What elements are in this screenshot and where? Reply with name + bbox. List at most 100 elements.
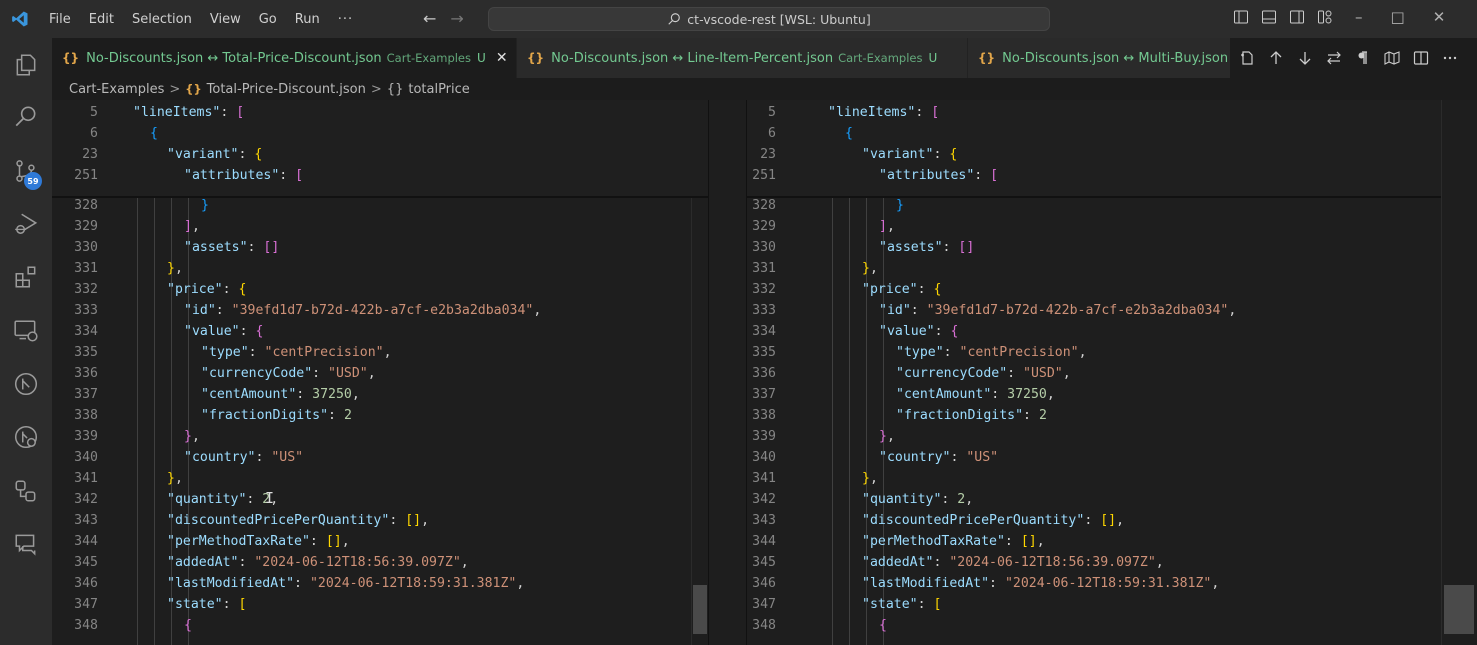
minimize-button[interactable]: – xyxy=(1355,8,1363,26)
menu-run[interactable]: Run xyxy=(286,12,329,27)
left-scrollbar-thumb[interactable] xyxy=(693,585,707,635)
code-line[interactable]: 333 "id": "39efd1d7-b72d-422b-a7cf-e2b3a2… xyxy=(52,300,708,321)
diff-editor-modified[interactable]: 328} 329], 330 "assets": [] 331}, 332 "price":… xyxy=(747,100,1441,645)
code-line[interactable]: 339}, xyxy=(52,426,708,447)
code-line[interactable]: 6{ xyxy=(747,123,1441,144)
code-line[interactable]: 334 "value": { xyxy=(52,321,708,342)
menu-edit[interactable]: Edit xyxy=(80,12,123,27)
previous-change-icon[interactable] xyxy=(1267,49,1285,67)
run-debug-icon[interactable] xyxy=(0,199,52,249)
chat-icon[interactable] xyxy=(0,519,52,569)
menu-file[interactable]: File xyxy=(40,12,80,27)
extensions-icon[interactable] xyxy=(0,252,52,302)
sticky-scroll-header[interactable]: 5 "lineItems": [6{23 "variant": {251 "attri… xyxy=(747,100,1441,198)
sticky-scroll-header[interactable]: 5 "lineItems": [6{23 "variant": {251 "attri… xyxy=(52,100,708,198)
code-line[interactable]: 336 "currencyCode": "USD", xyxy=(747,363,1441,384)
customize-layout-icon[interactable] xyxy=(1316,8,1334,26)
code-line[interactable]: 346 "lastModifiedAt": "2024-06-12T18:59:3… xyxy=(747,573,1441,594)
code-line[interactable]: 23 "variant": { xyxy=(52,144,708,165)
menu-view[interactable]: View xyxy=(201,12,250,27)
code-line[interactable]: 328} xyxy=(747,195,1441,216)
diff-gutter-divider[interactable] xyxy=(708,100,747,645)
code-line[interactable]: 347 "state": [ xyxy=(52,594,708,615)
code-line[interactable]: 6{ xyxy=(52,123,708,144)
tab-total-price-discount[interactable]: {} No-Discounts.json ↔ Total-Price-Disco… xyxy=(52,38,517,78)
code-line[interactable]: 342 "quantity": 2, xyxy=(52,489,708,510)
accounts-tree-icon[interactable] xyxy=(0,466,52,516)
map-icon[interactable] xyxy=(1383,49,1401,67)
code-line[interactable]: 347 "state": [ xyxy=(747,594,1441,615)
git-graph-icon[interactable] xyxy=(0,359,52,409)
code-line[interactable]: 345 "addedAt": "2024-06-12T18:56:39.097Z"… xyxy=(747,552,1441,573)
code-line[interactable]: 340 "country": "US" xyxy=(747,447,1441,468)
open-file-icon[interactable] xyxy=(1238,49,1256,67)
code-line[interactable]: 5 "lineItems": [ xyxy=(747,102,1441,123)
code-line[interactable]: 341}, xyxy=(52,468,708,489)
right-scrollbar[interactable] xyxy=(1441,100,1477,645)
code-line[interactable]: 343 "discountedPricePerQuantity": [], xyxy=(747,510,1441,531)
code-line[interactable]: 343 "discountedPricePerQuantity": [], xyxy=(52,510,708,531)
code-line[interactable]: 332 "price": { xyxy=(52,279,708,300)
remote-explorer-icon[interactable] xyxy=(0,306,52,356)
code-line[interactable]: 337 "centAmount": 37250, xyxy=(747,384,1441,405)
code-line[interactable]: 344 "perMethodTaxRate": [], xyxy=(52,531,708,552)
menu-go[interactable]: Go xyxy=(250,12,286,27)
code-line[interactable]: 329], xyxy=(52,216,708,237)
code-line[interactable]: 335 "type": "centPrecision", xyxy=(52,342,708,363)
code-line[interactable]: 328} xyxy=(52,195,708,216)
close-window-button[interactable]: ✕ xyxy=(1433,8,1446,26)
maximize-button[interactable]: □ xyxy=(1391,8,1405,26)
next-change-icon[interactable] xyxy=(1296,49,1314,67)
menu-more[interactable]: ··· xyxy=(329,12,362,27)
source-control-icon[interactable]: 59 xyxy=(0,146,52,196)
swap-sides-icon[interactable] xyxy=(1325,49,1343,67)
explorer-icon[interactable] xyxy=(0,40,52,90)
breadcrumb-folder[interactable]: Cart-Examples xyxy=(69,82,164,97)
code-line[interactable]: 330 "assets": [] xyxy=(52,237,708,258)
code-line[interactable]: 339}, xyxy=(747,426,1441,447)
code-line[interactable]: 5 "lineItems": [ xyxy=(52,102,708,123)
diff-editor-original[interactable]: 328} 329], 330 "assets": [] 331}, 332 "price":… xyxy=(52,100,708,645)
code-line[interactable]: 338 "fractionDigits": 2 xyxy=(747,405,1441,426)
breadcrumb-symbol[interactable]: totalPrice xyxy=(408,82,469,97)
code-line[interactable]: 23 "variant": { xyxy=(747,144,1441,165)
code-line[interactable]: 331}, xyxy=(747,258,1441,279)
code-line[interactable]: 340 "country": "US" xyxy=(52,447,708,468)
command-center-search[interactable]: ct-vscode-rest [WSL: Ubuntu] xyxy=(488,7,1050,31)
breadcrumb-file[interactable]: Total-Price-Discount.json xyxy=(207,82,366,97)
code-line[interactable]: 329], xyxy=(747,216,1441,237)
code-line[interactable]: 338 "fractionDigits": 2 xyxy=(52,405,708,426)
code-line[interactable]: 344 "perMethodTaxRate": [], xyxy=(747,531,1441,552)
code-line[interactable]: 346 "lastModifiedAt": "2024-06-12T18:59:3… xyxy=(52,573,708,594)
code-line[interactable]: 332 "price": { xyxy=(747,279,1441,300)
code-line[interactable]: 341}, xyxy=(747,468,1441,489)
code-line[interactable]: 330 "assets": [] xyxy=(747,237,1441,258)
close-tab-icon[interactable]: ✕ xyxy=(496,50,508,66)
more-actions-icon[interactable] xyxy=(1441,49,1459,67)
tab-multi-buy[interactable]: {} No-Discounts.json ↔ Multi-Buy.json xyxy=(968,38,1238,78)
show-whitespace-icon[interactable] xyxy=(1354,49,1372,67)
tab-line-item-percent[interactable]: {} No-Discounts.json ↔ Line-Item-Percent… xyxy=(517,38,968,78)
code-line[interactable]: 337 "centAmount": 37250, xyxy=(52,384,708,405)
split-editor-icon[interactable] xyxy=(1412,49,1430,67)
toggle-primary-sidebar-icon[interactable] xyxy=(1232,8,1250,26)
code-line[interactable]: 345 "addedAt": "2024-06-12T18:56:39.097Z"… xyxy=(52,552,708,573)
menu-selection[interactable]: Selection xyxy=(123,12,201,27)
forward-arrow-icon[interactable]: → xyxy=(450,9,463,28)
code-line[interactable]: 348 { xyxy=(52,615,708,636)
code-line[interactable]: 334 "value": { xyxy=(747,321,1441,342)
search-icon[interactable] xyxy=(0,92,52,142)
code-line[interactable]: 331}, xyxy=(52,258,708,279)
back-arrow-icon[interactable]: ← xyxy=(423,9,436,28)
code-line[interactable]: 251 "attributes": [ xyxy=(52,165,708,186)
right-scrollbar-thumb[interactable] xyxy=(1444,585,1474,635)
code-line[interactable]: 251 "attributes": [ xyxy=(747,165,1441,186)
code-line[interactable]: 342 "quantity": 2, xyxy=(747,489,1441,510)
toggle-panel-icon[interactable] xyxy=(1260,8,1278,26)
code-line[interactable]: 333 "id": "39efd1d7-b72d-422b-a7cf-e2b3a2… xyxy=(747,300,1441,321)
gitlens-icon[interactable] xyxy=(0,412,52,462)
code-line[interactable]: 335 "type": "centPrecision", xyxy=(747,342,1441,363)
toggle-secondary-sidebar-icon[interactable] xyxy=(1288,8,1306,26)
code-line[interactable]: 348 { xyxy=(747,615,1441,636)
code-line[interactable]: 336 "currencyCode": "USD", xyxy=(52,363,708,384)
